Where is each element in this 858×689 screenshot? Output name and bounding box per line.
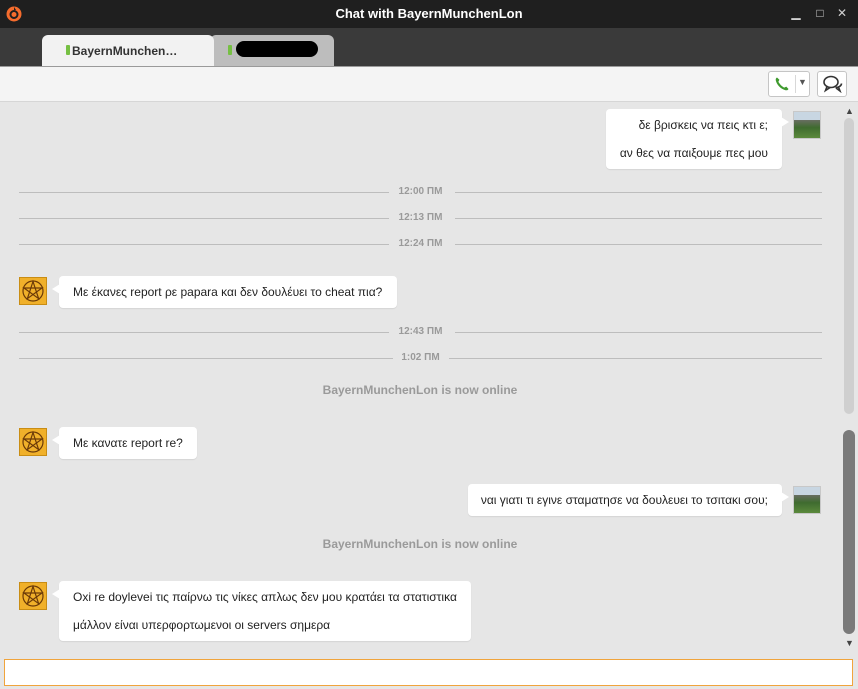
message-input[interactable] — [4, 659, 853, 686]
pentagram-icon — [22, 430, 44, 453]
message-input-bar — [0, 655, 858, 689]
tab-bar: BayernMunchen… — [0, 28, 858, 67]
presence-status: BayernMunchenLon is now online — [322, 383, 518, 397]
scroll-down-arrow-icon[interactable]: ▼ — [845, 638, 854, 648]
friend-avatar — [19, 277, 47, 305]
message-bubble-received: Με κανατε report re? — [52, 427, 197, 459]
message-text: Με έκανες report ρε papara και δεν δουλέ… — [73, 285, 383, 299]
message-text: δε βρισκεις να πεις κτι ε; — [638, 118, 768, 132]
pentagram-icon — [22, 584, 44, 607]
message-text: αν θες να παιξουμε πες μου — [619, 146, 768, 160]
maximize-button[interactable]: □ — [810, 4, 830, 22]
tab-bayernmunchenlon[interactable]: BayernMunchen… — [42, 35, 214, 66]
voice-call-button[interactable]: ▼ — [768, 71, 810, 97]
minimize-button[interactable]: ▁ — [786, 4, 806, 22]
timestamp: 12:43 ΠΜ — [398, 326, 443, 337]
tab-redacted-contact[interactable] — [210, 35, 334, 66]
group-chat-button[interactable] — [817, 71, 847, 97]
timestamp-divider: 12:13 ΠΜ — [19, 212, 822, 224]
self-avatar — [793, 486, 821, 514]
timestamp-divider: 1:02 ΠΜ — [19, 352, 822, 364]
message-bubble-received: Oxi re doylevei τις παίρνω τις νίκες απλ… — [52, 581, 471, 641]
friend-avatar — [19, 582, 47, 610]
scroll-up-arrow-icon[interactable]: ▲ — [845, 106, 854, 116]
message-bubble-sent: ναι γιατι τι εγινε σταματησε να δουλευει… — [468, 484, 789, 516]
message-text: μάλλον είναι υπερφορτωμενοι οι servers σ… — [73, 618, 331, 632]
pentagram-icon — [22, 279, 44, 302]
chevron-down-icon[interactable]: ▼ — [798, 77, 807, 87]
online-status-icon — [66, 45, 70, 55]
presence-status: BayernMunchenLon is now online — [322, 537, 518, 551]
chat-scrollbar[interactable]: ▲ ▼ — [841, 102, 858, 654]
timestamp: 12:13 ΠΜ — [398, 212, 443, 223]
timestamp: 12:00 ΠΜ — [398, 186, 443, 197]
timestamp-divider: 12:00 ΠΜ — [19, 186, 822, 198]
timestamp-divider: 12:43 ΠΜ — [19, 326, 822, 338]
online-status-icon — [228, 45, 232, 55]
timestamp: 12:24 ΠΜ — [398, 238, 443, 249]
chat-history[interactable]: δε βρισκεις να πεις κτι ε; αν θες να παι… — [0, 102, 840, 654]
message-text: Με κανατε report re? — [73, 436, 183, 450]
chat-bubbles-icon — [823, 75, 843, 93]
scrollbar-thumb[interactable] — [843, 430, 855, 634]
phone-icon — [775, 77, 789, 91]
message-text: Oxi re doylevei τις παίρνω τις νίκες απλ… — [73, 590, 457, 604]
friend-avatar — [19, 428, 47, 456]
close-button[interactable]: ✕ — [832, 4, 852, 22]
message-bubble-received: Με έκανες report ρε papara και δεν δουλέ… — [52, 276, 397, 308]
window-title: Chat with BayernMunchenLon — [335, 6, 523, 21]
chat-toolbar: ▼ — [0, 67, 858, 102]
tab-label: BayernMunchen… — [72, 44, 178, 58]
timestamp-divider: 12:24 ΠΜ — [19, 238, 822, 250]
scrollbar-track[interactable] — [844, 118, 854, 414]
title-bar: Chat with BayernMunchenLon ▁ □ ✕ — [0, 0, 858, 28]
redacted-name — [236, 41, 318, 57]
message-text: ναι γιατι τι εγινε σταματησε να δουλευει… — [480, 493, 768, 507]
timestamp: 1:02 ΠΜ — [401, 352, 440, 363]
self-avatar — [793, 111, 821, 139]
button-separator — [795, 75, 796, 93]
message-bubble-sent: δε βρισκεις να πεις κτι ε; αν θες να παι… — [606, 109, 789, 169]
